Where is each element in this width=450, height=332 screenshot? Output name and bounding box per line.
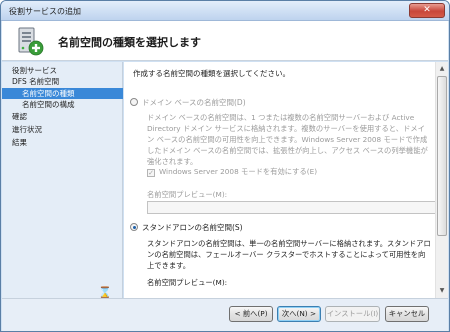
vertical-scrollbar[interactable]: ▲ ▼ (435, 62, 448, 298)
domain-namespace-option[interactable]: ドメイン ベースの名前空間(D) (130, 97, 246, 108)
standalone-preview-label: 名前空間プレビュー(M): (147, 278, 228, 287)
domain-namespace-description: ドメイン ベースの名前空間は、1 つまたは複数の名前空間サーバーおよび Acti… (147, 113, 428, 166)
domain-preview-field (147, 201, 436, 214)
page-title: 名前空間の種類を選択します (58, 36, 201, 49)
content-scroll-area: 作成する名前空間の種類を選択してください。 ドメイン ベースの名前空間(D) ド… (124, 62, 436, 298)
scroll-down-icon[interactable]: ▼ (436, 285, 448, 297)
next-button[interactable]: 次へ(N) > (277, 306, 321, 322)
sidebar-item-namespace-type[interactable]: 名前空間の種類 (2, 88, 123, 99)
add-role-services-window: 役割サービスの追加 ✕ 名前空間の種類を選択します 役割サービス DFS 名前空… (0, 0, 450, 332)
sidebar-item-namespace-config[interactable]: 名前空間の構成 (2, 99, 123, 110)
back-button[interactable]: < 前へ(P) (229, 306, 273, 322)
scroll-thumb[interactable] (437, 76, 447, 236)
window-title: 役割サービスの追加 (9, 7, 81, 16)
sidebar-item-progress[interactable]: 進行状況 (2, 124, 123, 135)
ws2008-mode-label: Windows Server 2008 モードを有効にする(E) (159, 167, 318, 176)
sidebar-item-results[interactable]: 結果 (2, 137, 123, 148)
domain-namespace-label: ドメイン ベースの名前空間(D) (142, 98, 246, 107)
standalone-namespace-radio[interactable] (130, 223, 138, 231)
standalone-namespace-description: スタンドアロンの名前空間は、単一の名前空間サーバーに格納されます。スタンドアロン… (147, 239, 431, 270)
wizard-content: 作成する名前空間の種類を選択してください。 ドメイン ベースの名前空間(D) ド… (124, 62, 448, 298)
cancel-button[interactable]: キャンセル (385, 306, 429, 322)
sidebar-item-confirmation[interactable]: 確認 (2, 111, 123, 122)
sidebar-item-role-services[interactable]: 役割サービス (2, 65, 123, 76)
title-bar[interactable]: 役割サービスの追加 ✕ (1, 1, 449, 21)
wizard-footer: < 前へ(P) 次へ(N) > インストール(I) キャンセル (2, 298, 448, 331)
sidebar-item-dfs-namespaces[interactable]: DFS 名前空間 (2, 76, 123, 87)
standalone-namespace-option[interactable]: スタンドアロンの名前空間(S) (130, 222, 243, 233)
server-add-icon (18, 27, 44, 56)
standalone-namespace-label: スタンドアロンの名前空間(S) (142, 223, 243, 232)
close-button[interactable]: ✕ (409, 3, 445, 18)
scroll-up-icon[interactable]: ▲ (436, 63, 448, 75)
intro-text: 作成する名前空間の種類を選択してください。 (133, 69, 291, 78)
install-button[interactable]: インストール(I) (325, 306, 380, 322)
wizard-header: 名前空間の種類を選択します (2, 21, 448, 61)
domain-namespace-radio[interactable] (130, 98, 138, 106)
ws2008-mode-option[interactable]: ✓ Windows Server 2008 モードを有効にする(E) (147, 166, 317, 177)
domain-preview-label: 名前空間プレビュー(M): (147, 190, 228, 199)
ws2008-mode-checkbox[interactable]: ✓ (147, 169, 155, 177)
wizard-sidebar: 役割サービス DFS 名前空間 名前空間の種類 名前空間の構成 確認 進行状況 … (2, 62, 123, 299)
